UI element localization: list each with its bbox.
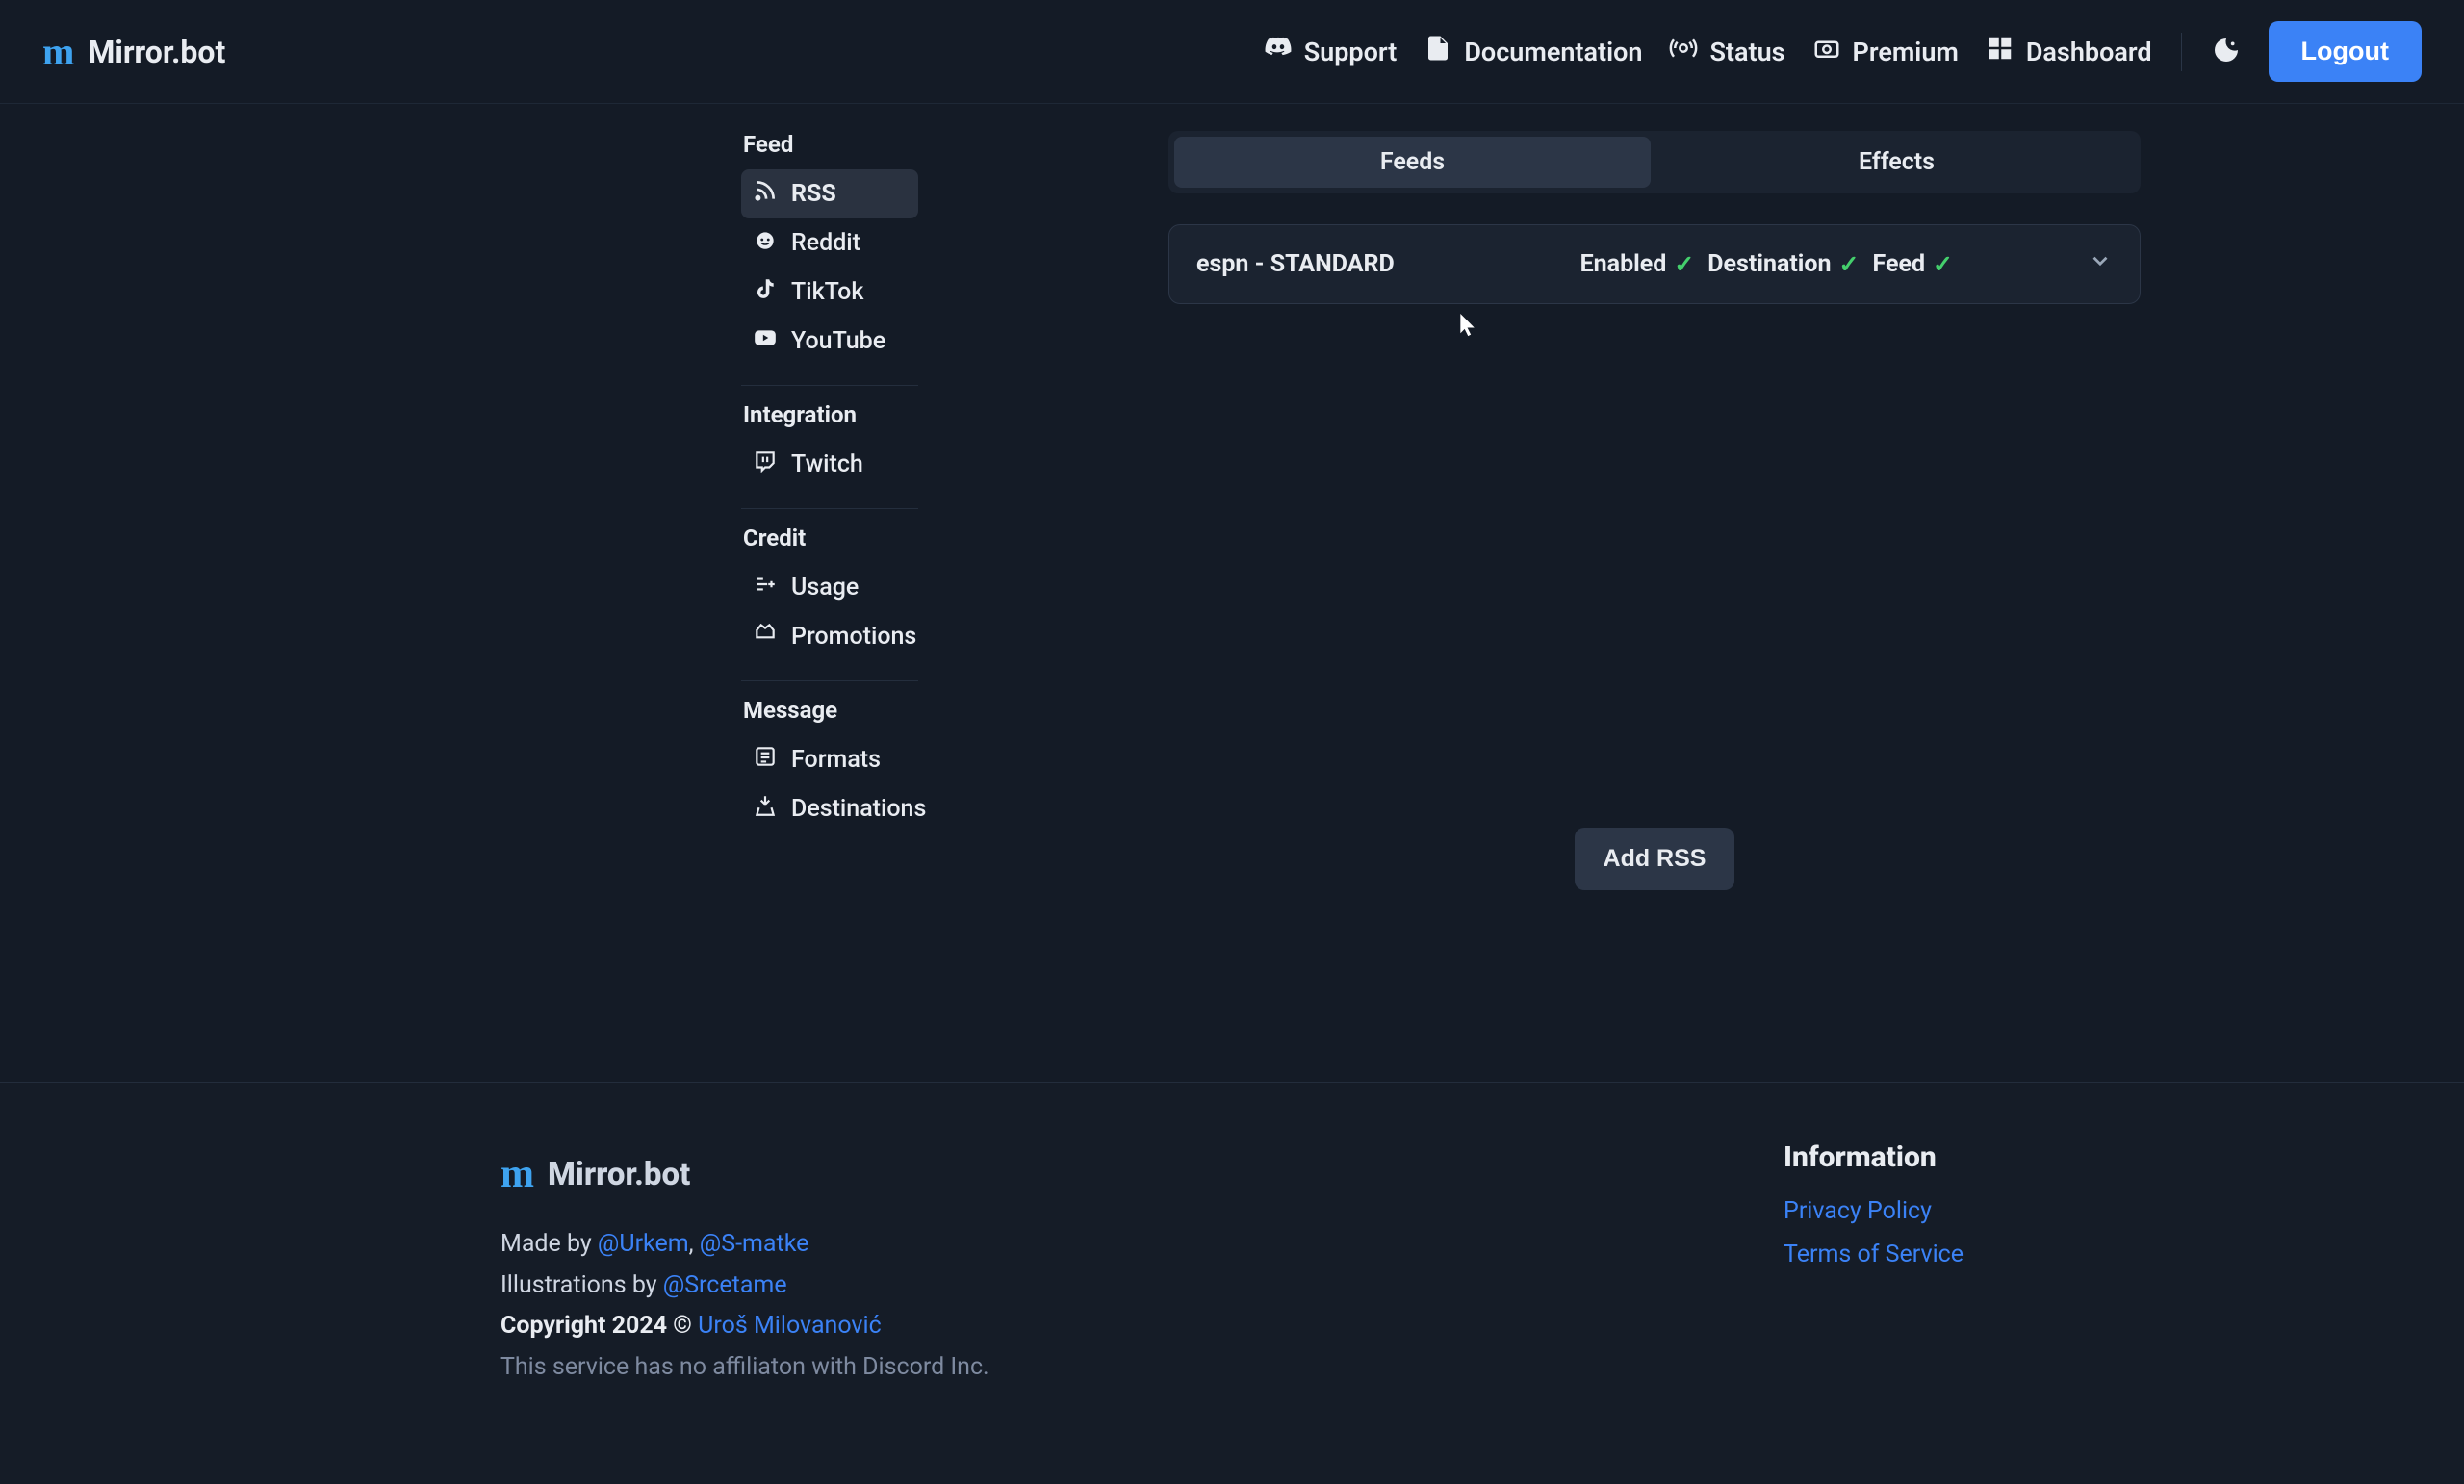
footer-tos-link[interactable]: Terms of Service xyxy=(1784,1241,1964,1268)
sidebar-group-title-feed: Feed xyxy=(741,131,918,158)
sidebar-divider xyxy=(741,508,918,509)
premium-icon xyxy=(1812,34,1841,69)
sidebar-item-formats[interactable]: Formats xyxy=(741,735,918,784)
footer-made-by: Made by @Urkem, @S-matke xyxy=(500,1224,989,1266)
expand-icon[interactable] xyxy=(1953,248,2113,280)
formats-icon xyxy=(753,744,778,776)
footer-sep: , xyxy=(689,1230,700,1258)
nav-right: Support Documentation Status Premium Das… xyxy=(1264,21,2422,82)
sidebar-item-label: Twitch xyxy=(791,450,863,478)
nav-premium-label: Premium xyxy=(1853,37,1959,67)
moon-icon xyxy=(2211,35,2242,69)
destinations-icon xyxy=(753,793,778,825)
footer-author1-link[interactable]: @Urkem xyxy=(598,1230,689,1258)
brand-name: Mirror.bot xyxy=(88,34,225,70)
main-content: Feeds Effects espn - STANDARD Enabled ✓ … xyxy=(1168,131,2141,890)
footer-privacy-link[interactable]: Privacy Policy xyxy=(1784,1197,1964,1225)
youtube-icon xyxy=(753,325,778,357)
status-icon xyxy=(1669,34,1698,69)
topbar: m Mirror.bot Support Documentation Statu… xyxy=(0,0,2464,104)
sidebar-item-label: Usage xyxy=(791,574,859,601)
sidebar-item-label: YouTube xyxy=(791,327,886,355)
sidebar-item-reddit[interactable]: Reddit xyxy=(741,218,918,268)
sidebar-item-promotions[interactable]: Promotions xyxy=(741,612,918,661)
sidebar-item-label: RSS xyxy=(791,180,836,208)
add-rss-button[interactable]: Add RSS xyxy=(1575,828,1735,890)
brand[interactable]: m Mirror.bot xyxy=(42,29,225,74)
footer-made-by-prefix: Made by xyxy=(500,1230,598,1258)
nav-status-label: Status xyxy=(1709,37,1784,67)
sidebar-item-label: Promotions xyxy=(791,623,916,651)
page-body: Feed RSS Reddit TikTok YouTube xyxy=(0,104,2464,890)
nav-premium[interactable]: Premium xyxy=(1812,34,1959,69)
logout-button[interactable]: Logout xyxy=(2269,21,2422,82)
nav-documentation-label: Documentation xyxy=(1464,37,1642,67)
sidebar-item-label: Reddit xyxy=(791,229,860,257)
nav-dashboard[interactable]: Dashboard xyxy=(1986,34,2152,69)
sidebar-divider xyxy=(741,385,918,386)
footer-author2-link[interactable]: @S-matke xyxy=(700,1230,809,1258)
footer-copyright: Copyright 2024 © Uroš Milovanović xyxy=(500,1306,989,1347)
feed-chip-destination: Destination ✓ xyxy=(1707,250,1859,279)
tab-feeds[interactable]: Feeds xyxy=(1174,137,1651,188)
sidebar-item-destinations[interactable]: Destinations xyxy=(741,784,918,833)
sidebar-item-label: Formats xyxy=(791,746,881,774)
footer-illus-prefix: Illustrations by xyxy=(500,1271,663,1299)
footer-brand-name: Mirror.bot xyxy=(548,1148,690,1202)
reddit-icon xyxy=(753,227,778,259)
feed-row[interactable]: espn - STANDARD Enabled ✓ Destination ✓ … xyxy=(1168,224,2141,304)
feed-chip-destination-label: Destination xyxy=(1707,250,1831,278)
footer-illustrations: Illustrations by @Srcetame xyxy=(500,1266,989,1307)
nav-documentation[interactable]: Documentation xyxy=(1424,34,1642,69)
footer-info-title: Information xyxy=(1784,1140,1964,1174)
footer: m Mirror.bot Made by @Urkem, @S-matke Il… xyxy=(0,1082,2464,1484)
brand-logo-icon: m xyxy=(42,29,70,74)
sidebar-item-youtube[interactable]: YouTube xyxy=(741,317,918,366)
sidebar: Feed RSS Reddit TikTok YouTube xyxy=(741,131,918,890)
footer-copyright-prefix: Copyright 2024 © xyxy=(500,1312,698,1340)
sidebar-item-label: TikTok xyxy=(791,278,863,306)
sidebar-group-title-credit: Credit xyxy=(741,525,918,551)
feed-chip-feed-label: Feed xyxy=(1873,250,1926,278)
footer-illustrator-link[interactable]: @Srcetame xyxy=(663,1271,787,1299)
sidebar-item-usage[interactable]: Usage xyxy=(741,563,918,612)
tiktok-icon xyxy=(753,276,778,308)
feed-chip-enabled: Enabled ✓ xyxy=(1580,250,1695,279)
check-icon: ✓ xyxy=(1933,250,1953,279)
nav-support[interactable]: Support xyxy=(1264,34,1398,69)
nav-status[interactable]: Status xyxy=(1669,34,1784,69)
usage-icon xyxy=(753,572,778,603)
check-icon: ✓ xyxy=(1839,250,1860,279)
feed-chip-feed: Feed ✓ xyxy=(1873,250,1954,279)
promotions-icon xyxy=(753,621,778,652)
tab-group: Feeds Effects xyxy=(1168,131,2141,193)
twitch-icon xyxy=(753,448,778,480)
sidebar-item-rss[interactable]: RSS xyxy=(741,169,918,218)
footer-disclaimer: This service has no affiliaton with Disc… xyxy=(500,1347,989,1389)
dashboard-icon xyxy=(1986,34,2015,69)
check-icon: ✓ xyxy=(1674,250,1694,279)
sidebar-group-title-message: Message xyxy=(741,697,918,724)
nav-dashboard-label: Dashboard xyxy=(2026,37,2152,67)
nav-separator xyxy=(2181,33,2182,71)
nav-support-label: Support xyxy=(1304,37,1398,67)
footer-brand[interactable]: m Mirror.bot xyxy=(500,1140,989,1209)
theme-toggle[interactable] xyxy=(2211,35,2242,69)
sidebar-divider xyxy=(741,680,918,681)
footer-copyright-name-link[interactable]: Uroš Milovanović xyxy=(698,1312,882,1340)
discord-icon xyxy=(1264,34,1293,69)
file-icon xyxy=(1424,34,1452,69)
feed-chip-enabled-label: Enabled xyxy=(1580,250,1667,278)
feed-title: espn - STANDARD xyxy=(1196,250,1395,278)
sidebar-group-title-integration: Integration xyxy=(741,401,918,428)
brand-logo-icon: m xyxy=(500,1140,530,1209)
sidebar-item-label: Destinations xyxy=(791,795,926,823)
sidebar-item-twitch[interactable]: Twitch xyxy=(741,440,918,489)
sidebar-item-tiktok[interactable]: TikTok xyxy=(741,268,918,317)
tab-effects[interactable]: Effects xyxy=(1658,137,2135,188)
rss-icon xyxy=(753,178,778,210)
